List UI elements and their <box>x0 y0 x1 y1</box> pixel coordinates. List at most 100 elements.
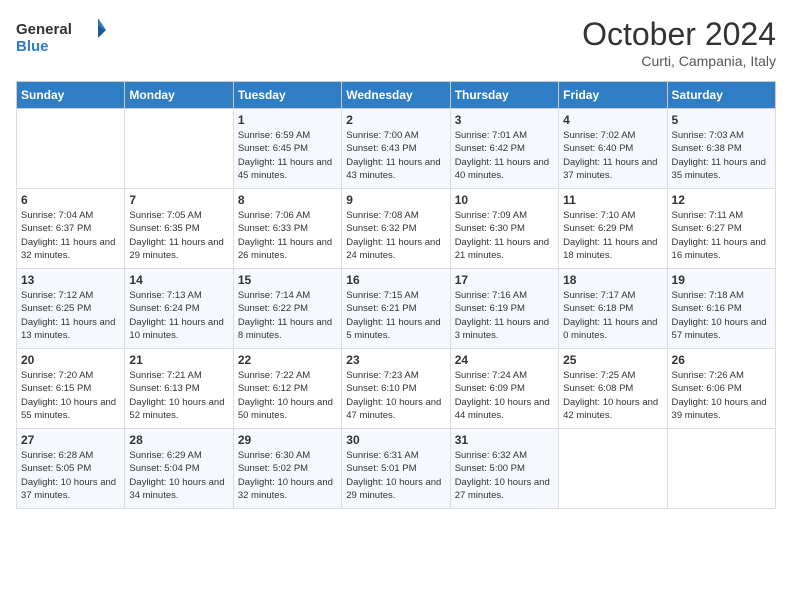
day-number: 19 <box>672 273 771 287</box>
day-info: Sunrise: 7:15 AM Sunset: 6:21 PM Dayligh… <box>346 289 445 342</box>
day-info: Sunrise: 7:05 AM Sunset: 6:35 PM Dayligh… <box>129 209 228 262</box>
day-info: Sunrise: 7:25 AM Sunset: 6:08 PM Dayligh… <box>563 369 662 422</box>
day-number: 15 <box>238 273 337 287</box>
day-number: 28 <box>129 433 228 447</box>
logo-svg: General Blue <box>16 16 106 56</box>
calendar-cell: 28 Sunrise: 6:29 AM Sunset: 5:04 PM Dayl… <box>125 429 233 509</box>
calendar-cell: 14 Sunrise: 7:13 AM Sunset: 6:24 PM Dayl… <box>125 269 233 349</box>
calendar-cell: 9 Sunrise: 7:08 AM Sunset: 6:32 PM Dayli… <box>342 189 450 269</box>
day-number: 12 <box>672 193 771 207</box>
day-number: 2 <box>346 113 445 127</box>
day-number: 25 <box>563 353 662 367</box>
day-info: Sunrise: 6:59 AM Sunset: 6:45 PM Dayligh… <box>238 129 337 182</box>
week-row-1: 1 Sunrise: 6:59 AM Sunset: 6:45 PM Dayli… <box>17 109 776 189</box>
header-row: SundayMondayTuesdayWednesdayThursdayFrid… <box>17 82 776 109</box>
week-row-3: 13 Sunrise: 7:12 AM Sunset: 6:25 PM Dayl… <box>17 269 776 349</box>
day-info: Sunrise: 7:24 AM Sunset: 6:09 PM Dayligh… <box>455 369 554 422</box>
header-day-wednesday: Wednesday <box>342 82 450 109</box>
day-info: Sunrise: 7:03 AM Sunset: 6:38 PM Dayligh… <box>672 129 771 182</box>
day-number: 1 <box>238 113 337 127</box>
calendar-cell: 29 Sunrise: 6:30 AM Sunset: 5:02 PM Dayl… <box>233 429 341 509</box>
week-row-4: 20 Sunrise: 7:20 AM Sunset: 6:15 PM Dayl… <box>17 349 776 429</box>
calendar-cell: 11 Sunrise: 7:10 AM Sunset: 6:29 PM Dayl… <box>559 189 667 269</box>
calendar-cell: 10 Sunrise: 7:09 AM Sunset: 6:30 PM Dayl… <box>450 189 558 269</box>
header-day-saturday: Saturday <box>667 82 775 109</box>
day-info: Sunrise: 6:28 AM Sunset: 5:05 PM Dayligh… <box>21 449 120 502</box>
header-day-friday: Friday <box>559 82 667 109</box>
svg-text:General: General <box>16 21 72 38</box>
calendar-cell: 15 Sunrise: 7:14 AM Sunset: 6:22 PM Dayl… <box>233 269 341 349</box>
day-number: 7 <box>129 193 228 207</box>
day-number: 30 <box>346 433 445 447</box>
day-number: 6 <box>21 193 120 207</box>
day-info: Sunrise: 7:26 AM Sunset: 6:06 PM Dayligh… <box>672 369 771 422</box>
day-number: 22 <box>238 353 337 367</box>
calendar-cell: 25 Sunrise: 7:25 AM Sunset: 6:08 PM Dayl… <box>559 349 667 429</box>
day-number: 13 <box>21 273 120 287</box>
month-title: October 2024 <box>582 16 776 53</box>
day-number: 23 <box>346 353 445 367</box>
calendar-cell <box>559 429 667 509</box>
calendar-cell: 12 Sunrise: 7:11 AM Sunset: 6:27 PM Dayl… <box>667 189 775 269</box>
day-number: 11 <box>563 193 662 207</box>
day-info: Sunrise: 7:22 AM Sunset: 6:12 PM Dayligh… <box>238 369 337 422</box>
logo: General Blue <box>16 16 106 56</box>
day-info: Sunrise: 7:17 AM Sunset: 6:18 PM Dayligh… <box>563 289 662 342</box>
title-block: October 2024 Curti, Campania, Italy <box>582 16 776 69</box>
day-info: Sunrise: 6:31 AM Sunset: 5:01 PM Dayligh… <box>346 449 445 502</box>
day-number: 29 <box>238 433 337 447</box>
svg-text:Blue: Blue <box>16 38 49 55</box>
day-info: Sunrise: 7:14 AM Sunset: 6:22 PM Dayligh… <box>238 289 337 342</box>
week-row-2: 6 Sunrise: 7:04 AM Sunset: 6:37 PM Dayli… <box>17 189 776 269</box>
day-number: 3 <box>455 113 554 127</box>
calendar-cell: 26 Sunrise: 7:26 AM Sunset: 6:06 PM Dayl… <box>667 349 775 429</box>
day-number: 17 <box>455 273 554 287</box>
day-number: 26 <box>672 353 771 367</box>
calendar-cell: 5 Sunrise: 7:03 AM Sunset: 6:38 PM Dayli… <box>667 109 775 189</box>
calendar-cell <box>17 109 125 189</box>
week-row-5: 27 Sunrise: 6:28 AM Sunset: 5:05 PM Dayl… <box>17 429 776 509</box>
day-number: 31 <box>455 433 554 447</box>
calendar-cell: 7 Sunrise: 7:05 AM Sunset: 6:35 PM Dayli… <box>125 189 233 269</box>
calendar-cell: 4 Sunrise: 7:02 AM Sunset: 6:40 PM Dayli… <box>559 109 667 189</box>
calendar-cell: 22 Sunrise: 7:22 AM Sunset: 6:12 PM Dayl… <box>233 349 341 429</box>
day-info: Sunrise: 7:06 AM Sunset: 6:33 PM Dayligh… <box>238 209 337 262</box>
day-info: Sunrise: 7:09 AM Sunset: 6:30 PM Dayligh… <box>455 209 554 262</box>
day-number: 24 <box>455 353 554 367</box>
day-number: 9 <box>346 193 445 207</box>
header-day-tuesday: Tuesday <box>233 82 341 109</box>
day-info: Sunrise: 7:20 AM Sunset: 6:15 PM Dayligh… <box>21 369 120 422</box>
calendar-cell: 19 Sunrise: 7:18 AM Sunset: 6:16 PM Dayl… <box>667 269 775 349</box>
day-info: Sunrise: 7:10 AM Sunset: 6:29 PM Dayligh… <box>563 209 662 262</box>
header-day-thursday: Thursday <box>450 82 558 109</box>
day-number: 18 <box>563 273 662 287</box>
calendar-cell: 24 Sunrise: 7:24 AM Sunset: 6:09 PM Dayl… <box>450 349 558 429</box>
day-info: Sunrise: 7:11 AM Sunset: 6:27 PM Dayligh… <box>672 209 771 262</box>
calendar-cell: 21 Sunrise: 7:21 AM Sunset: 6:13 PM Dayl… <box>125 349 233 429</box>
page-header: General Blue October 2024 Curti, Campani… <box>16 16 776 69</box>
calendar-cell: 31 Sunrise: 6:32 AM Sunset: 5:00 PM Dayl… <box>450 429 558 509</box>
location-subtitle: Curti, Campania, Italy <box>582 53 776 69</box>
day-info: Sunrise: 6:29 AM Sunset: 5:04 PM Dayligh… <box>129 449 228 502</box>
calendar-cell: 20 Sunrise: 7:20 AM Sunset: 6:15 PM Dayl… <box>17 349 125 429</box>
day-info: Sunrise: 7:18 AM Sunset: 6:16 PM Dayligh… <box>672 289 771 342</box>
day-number: 21 <box>129 353 228 367</box>
day-info: Sunrise: 7:23 AM Sunset: 6:10 PM Dayligh… <box>346 369 445 422</box>
day-info: Sunrise: 7:04 AM Sunset: 6:37 PM Dayligh… <box>21 209 120 262</box>
day-info: Sunrise: 7:01 AM Sunset: 6:42 PM Dayligh… <box>455 129 554 182</box>
day-number: 4 <box>563 113 662 127</box>
day-number: 8 <box>238 193 337 207</box>
calendar-cell <box>667 429 775 509</box>
day-info: Sunrise: 7:00 AM Sunset: 6:43 PM Dayligh… <box>346 129 445 182</box>
calendar-cell: 1 Sunrise: 6:59 AM Sunset: 6:45 PM Dayli… <box>233 109 341 189</box>
day-info: Sunrise: 7:13 AM Sunset: 6:24 PM Dayligh… <box>129 289 228 342</box>
day-number: 14 <box>129 273 228 287</box>
day-info: Sunrise: 7:02 AM Sunset: 6:40 PM Dayligh… <box>563 129 662 182</box>
day-info: Sunrise: 7:16 AM Sunset: 6:19 PM Dayligh… <box>455 289 554 342</box>
calendar-cell: 6 Sunrise: 7:04 AM Sunset: 6:37 PM Dayli… <box>17 189 125 269</box>
day-number: 10 <box>455 193 554 207</box>
day-number: 16 <box>346 273 445 287</box>
calendar-cell: 17 Sunrise: 7:16 AM Sunset: 6:19 PM Dayl… <box>450 269 558 349</box>
header-day-monday: Monday <box>125 82 233 109</box>
day-info: Sunrise: 7:21 AM Sunset: 6:13 PM Dayligh… <box>129 369 228 422</box>
